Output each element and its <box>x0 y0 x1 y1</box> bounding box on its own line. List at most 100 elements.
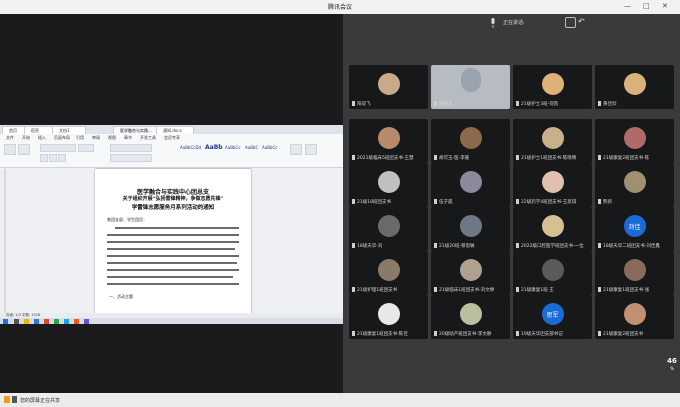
maximize-button[interactable]: □ <box>643 2 650 11</box>
participant-tile[interactable]: 刘佳 18级天华二班团支书-刘佳鑫 <box>595 207 674 251</box>
participant-name-label: 20级助产班团支书-李文静 <box>439 332 492 337</box>
avatar-text: 思军 <box>546 312 559 319</box>
participant-name-label: 21级20班-蔡思敏 <box>439 244 475 249</box>
meeting-icon[interactable] <box>64 319 69 324</box>
participant-tile[interactable]: 21级康复2班团支书-陈 <box>595 119 674 163</box>
avatar <box>542 259 564 281</box>
doc-list-item: 一、活动主题 <box>109 294 133 299</box>
doc-tab-bar: 首页 稻壳 文档1 医学融合与实践... 通知.docx <box>0 125 343 135</box>
doc-text-line <box>107 255 239 257</box>
doc-salutation: 各团支部、学生团员： <box>107 217 147 222</box>
participant-name-label: 熊新 <box>603 200 612 205</box>
format-painter-icon[interactable] <box>18 144 30 155</box>
avatar <box>460 259 482 281</box>
participant-name-label: 21级康复2班团支书 <box>603 332 644 337</box>
paste-icon[interactable] <box>4 144 16 155</box>
document-page: 医学融合与实践中心团总支 关于组织开展“弘扬雷锋精神，争做志愿先锋” 学雷锋志愿… <box>95 169 251 324</box>
font-name-select[interactable] <box>40 144 76 152</box>
avatar <box>378 171 400 193</box>
participant-tile[interactable]: 20级助产班团支书-李文静 <box>431 295 510 339</box>
participant-name-label: 22级药学4班团支书-王思琪 <box>521 200 577 205</box>
participant-gallery: 正在讲话: ↶ 阳双飞 邵向东 21级护士3班-何凯 黄佳欣 2021级临床5班团支书-… <box>343 14 680 393</box>
select-icon[interactable] <box>305 144 317 155</box>
avatar <box>624 259 646 281</box>
app-icon[interactable] <box>74 319 79 324</box>
avatar <box>460 127 482 149</box>
participant-tile[interactable]: 21级18班团支书 <box>349 163 428 207</box>
participant-tile[interactable]: 伍子晨 <box>431 163 510 207</box>
shared-screen-area: 首页 稻壳 文档1 医学融合与实践... 通知.docx 文件 开始 插入 页面… <box>0 14 343 393</box>
participant-tile[interactable]: 21级护理1班团支书 <box>349 251 428 295</box>
participant-tile[interactable]: 18级天华-刘 <box>349 207 428 251</box>
wps-icon[interactable] <box>44 319 49 324</box>
avatar <box>624 171 646 193</box>
participant-name: 熊新 <box>595 199 674 206</box>
windows-start-icon[interactable] <box>3 319 8 324</box>
search-icon[interactable] <box>14 319 19 324</box>
participant-tile[interactable]: 邵向东 <box>431 65 510 109</box>
folder-icon[interactable] <box>24 319 29 324</box>
layout-icon[interactable] <box>565 17 576 28</box>
participant-tile[interactable]: 思军 19级天华团支部书记 <box>513 295 592 339</box>
participant-name-label: 18级天华二班团支书-刘佳鑫 <box>603 244 660 249</box>
wechat-icon[interactable] <box>54 319 59 324</box>
mic-muted-icon <box>352 331 355 336</box>
microphone-icon[interactable] <box>490 18 496 28</box>
participant-name-label: 21级护士3班-何凯 <box>521 102 559 107</box>
participant-tile[interactable]: 21级康复1班团支书-陈佳 <box>349 295 428 339</box>
doc-text-line <box>107 262 237 264</box>
style-heading4[interactable]: AaBbCc <box>262 145 277 150</box>
browser-icon[interactable] <box>34 319 39 324</box>
participant-name: 阳双飞 <box>349 101 428 108</box>
alignment-tools[interactable] <box>110 154 152 162</box>
participant-name: 伍子晨 <box>431 199 510 206</box>
style-heading2[interactable]: AaBbCc <box>225 145 240 150</box>
participant-tile[interactable]: 22级药学4班团支书-王思琪 <box>513 163 592 207</box>
doc-title-line3: 学雷锋志愿服务月系列活动的通知 <box>131 205 215 211</box>
italic-icon[interactable] <box>49 154 57 162</box>
avatar <box>542 171 564 193</box>
paragraph-tools[interactable] <box>110 144 152 152</box>
window-title-bar: 腾讯会议 — □ ✕ <box>0 0 680 15</box>
participant-tile[interactable]: 21级临床1班团支书-刘文婷 <box>431 251 510 295</box>
participant-tile[interactable]: 21级康复1班-王 <box>513 251 592 295</box>
style-heading3[interactable]: AaBbC <box>245 145 258 150</box>
participant-tile[interactable]: 胡可玉-医-李嘉 <box>431 119 510 163</box>
minimize-button[interactable]: — <box>624 2 631 11</box>
participant-tile[interactable]: 21级20班-蔡思敏 <box>431 207 510 251</box>
style-heading1[interactable]: AaBb <box>205 144 223 151</box>
mic-muted-icon <box>598 331 601 336</box>
shield-icon <box>4 396 10 403</box>
screen-sharing-status: 您的屏幕正在共享 <box>20 398 61 404</box>
mic-muted-icon <box>598 199 601 204</box>
doc-title-line2: 关于组织开展“弘扬雷锋精神，争做志愿先锋” <box>122 196 224 202</box>
close-button[interactable]: ✕ <box>662 2 668 11</box>
participant-tile[interactable]: 21级康复1班团支书-张 <box>595 251 674 295</box>
participant-name: 黄佳欣 <box>595 101 674 108</box>
mic-muted-icon <box>352 243 355 248</box>
mic-muted-icon <box>352 287 355 292</box>
participant-tile[interactable]: 2021级临床5班团支书-王慧 <box>349 119 428 163</box>
share-arrow-icon[interactable]: ↶ <box>578 18 585 26</box>
participant-tile[interactable]: 黄佳欣 <box>595 65 674 109</box>
participant-tile[interactable]: 21级康复2班团支书 <box>595 295 674 339</box>
participant-tile[interactable]: 阳双飞 <box>349 65 428 109</box>
participant-tile[interactable]: 熊新 <box>595 163 674 207</box>
mic-muted-icon <box>352 199 355 204</box>
underline-icon[interactable] <box>58 154 66 162</box>
font-size-select[interactable] <box>78 144 94 152</box>
mic-muted-icon <box>352 101 355 106</box>
find-icon[interactable] <box>290 144 302 155</box>
participant-name: 21级康复2班团支书-陈 <box>595 155 674 162</box>
microphone-icon[interactable] <box>12 396 17 403</box>
style-normal[interactable]: AaBbCcDd <box>180 145 201 150</box>
participant-name: 邵向东 <box>431 101 510 108</box>
participant-name-label: 邵向东 <box>439 102 453 107</box>
bold-icon[interactable] <box>40 154 48 162</box>
participant-tile[interactable]: 21级护士3班-何凯 <box>513 65 592 109</box>
participant-tile[interactable]: 21级护士1班团支书-陈晓晴 <box>513 119 592 163</box>
participant-tile[interactable]: 2022级口腔医学班团支书-一位 <box>513 207 592 251</box>
app-icon[interactable] <box>84 319 89 324</box>
mic-muted-icon <box>516 101 519 106</box>
mic-muted-icon <box>516 199 519 204</box>
